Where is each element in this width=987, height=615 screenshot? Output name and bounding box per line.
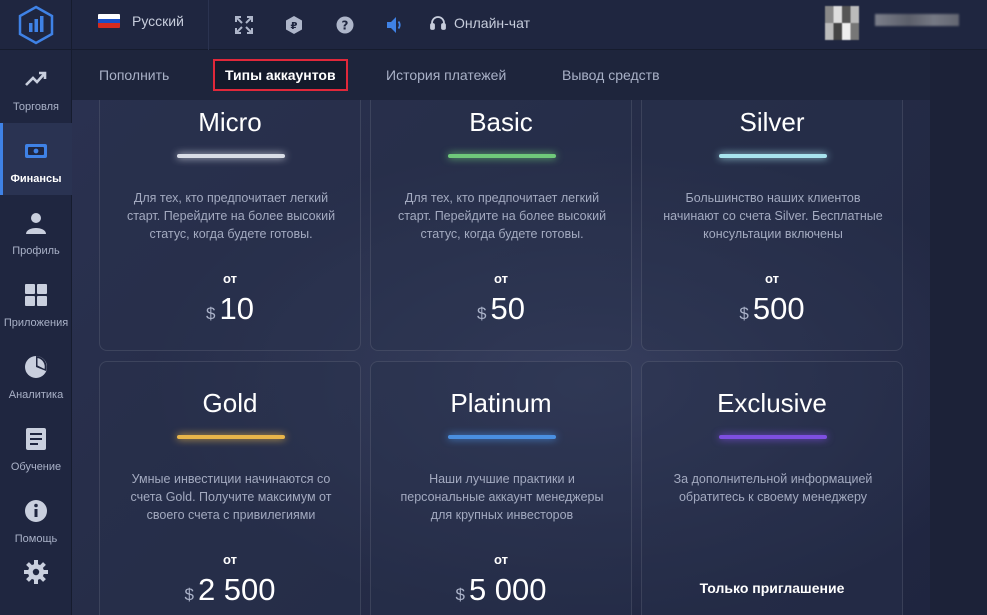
- tab-label: Типы аккаунтов: [225, 67, 336, 83]
- sidebar-item-label: Аналитика: [8, 389, 64, 401]
- account-card-platinum[interactable]: Platinum Наши лучшие практики и персонал…: [370, 361, 632, 615]
- tab-payment-history[interactable]: История платежей: [386, 50, 506, 100]
- sidebar-item-analytics[interactable]: Аналитика: [0, 339, 72, 411]
- currency-exchange-icon[interactable]: ₽: [284, 15, 304, 35]
- account-description: Большинство наших клиентов начинают со с…: [663, 191, 883, 241]
- account-description: Наши лучшие практики и персональные акка…: [400, 472, 604, 522]
- sidebar-item-settings[interactable]: [0, 545, 72, 605]
- account-min-deposit: $ 2 500: [100, 572, 360, 608]
- sidebar-item-label: Помощь: [14, 533, 58, 545]
- price-amount: 10: [219, 291, 254, 326]
- headset-icon: [430, 16, 446, 30]
- language-selector[interactable]: Русский: [98, 13, 184, 29]
- language-label: Русский: [132, 13, 184, 29]
- fullscreen-icon[interactable]: [234, 15, 254, 35]
- apps-grid-icon: [24, 283, 48, 307]
- account-name: Micro: [198, 107, 262, 137]
- invite-only-label: Только приглашение: [699, 580, 845, 596]
- sidebar-item-label: Торговля: [13, 101, 59, 113]
- account-card-silver[interactable]: Silver Большинство наших клиентов начина…: [641, 100, 903, 351]
- gear-icon: [24, 560, 48, 584]
- document-icon: [24, 427, 48, 451]
- account-description: Умные инвестиции начинаются со счета Gol…: [130, 472, 332, 522]
- sidebar-item-label: Финансы: [10, 173, 62, 185]
- account-name: Gold: [202, 388, 258, 418]
- account-min-deposit: $ 5 000: [371, 572, 631, 608]
- account-description: За дополнительной информацией обратитесь…: [673, 472, 873, 504]
- account-accent-bar: [719, 154, 827, 158]
- divider: [208, 0, 209, 50]
- tab-deposit[interactable]: Пополнить: [99, 50, 169, 100]
- sidebar-item-apps[interactable]: Приложения: [0, 267, 72, 339]
- price-amount: 5 000: [468, 572, 547, 607]
- account-card-micro[interactable]: Micro Для тех, кто предпочитает легкий с…: [99, 100, 361, 351]
- price-from-label: от: [494, 552, 508, 567]
- account-name: Platinum: [450, 388, 552, 418]
- russia-flag-icon: [98, 14, 120, 28]
- account-accent-bar: [719, 435, 827, 439]
- price-amount: 50: [490, 291, 525, 326]
- sidebar: Торговля Финансы Профиль Приложения Анал…: [0, 0, 72, 615]
- svg-text:₽: ₽: [291, 21, 298, 32]
- sidebar-item-label: Профиль: [12, 245, 60, 257]
- sidebar-item-education[interactable]: Обучение: [0, 411, 72, 483]
- username-blurred[interactable]: [875, 14, 959, 26]
- help-question-icon[interactable]: ?: [335, 15, 355, 35]
- sidebar-item-trading[interactable]: Торговля: [0, 51, 72, 123]
- account-min-deposit: $ 500: [642, 291, 902, 327]
- price-from-label: от: [223, 271, 237, 286]
- account-card-exclusive[interactable]: Exclusive За дополнительной информацией …: [641, 361, 903, 615]
- account-accent-bar: [177, 435, 285, 439]
- tab-label: История платежей: [386, 67, 507, 83]
- finance-tabs: Пополнить Типы аккаунтов История платеже…: [72, 50, 930, 100]
- online-chat-label: Онлайн-чат: [454, 15, 530, 31]
- currency-symbol: $: [739, 304, 749, 323]
- avatar[interactable]: [825, 6, 859, 40]
- online-chat-button[interactable]: Онлайн-чат: [430, 15, 530, 31]
- trending-up-icon: [24, 67, 48, 91]
- account-name: Basic: [469, 107, 533, 137]
- tab-label: Вывод средств: [562, 67, 660, 83]
- currency-symbol: $: [477, 304, 487, 323]
- account-min-deposit: $ 50: [371, 291, 631, 327]
- logo[interactable]: [0, 0, 72, 50]
- currency-symbol: $: [206, 304, 216, 323]
- tab-account-types[interactable]: Типы аккаунтов: [213, 59, 348, 91]
- tab-label: Пополнить: [99, 67, 170, 83]
- account-types-panel: Micro Для тех, кто предпочитает легкий с…: [72, 100, 930, 615]
- currency-symbol: $: [184, 585, 194, 604]
- price-from-label: от: [765, 271, 779, 286]
- sidebar-item-label: Приложения: [3, 317, 69, 329]
- account-min-deposit: $ 10: [100, 291, 360, 327]
- info-icon: [24, 499, 48, 523]
- account-description: Для тех, кто предпочитает легкий старт. …: [397, 191, 607, 241]
- account-name: Exclusive: [717, 388, 827, 418]
- sidebar-item-label: Обучение: [10, 461, 62, 473]
- tab-withdraw[interactable]: Вывод средств: [562, 50, 660, 100]
- money-icon: [24, 139, 48, 163]
- currency-symbol: $: [455, 585, 465, 604]
- svg-text:?: ?: [342, 19, 349, 33]
- sound-icon[interactable]: [385, 15, 405, 35]
- account-card-gold[interactable]: Gold Умные инвестиции начинаются со счет…: [99, 361, 361, 615]
- account-description: Для тех, кто предпочитает легкий старт. …: [126, 191, 336, 241]
- sidebar-item-profile[interactable]: Профиль: [0, 195, 72, 267]
- sidebar-item-finance[interactable]: Финансы: [0, 123, 72, 195]
- account-accent-bar: [448, 435, 556, 439]
- account-accent-bar: [448, 154, 556, 158]
- account-name: Silver: [739, 107, 805, 137]
- user-icon: [24, 211, 48, 235]
- right-panel-strip: [930, 50, 987, 615]
- pie-chart-icon: [24, 355, 48, 379]
- price-from-label: от: [223, 552, 237, 567]
- account-card-basic[interactable]: Basic Для тех, кто предпочитает легкий с…: [370, 100, 632, 351]
- price-from-label: от: [494, 271, 508, 286]
- price-amount: 2 500: [197, 572, 276, 607]
- top-bar: Русский ₽ ? Онлайн-чат: [72, 0, 987, 50]
- account-accent-bar: [177, 154, 285, 158]
- logo-icon: [18, 5, 54, 44]
- price-amount: 500: [752, 291, 805, 326]
